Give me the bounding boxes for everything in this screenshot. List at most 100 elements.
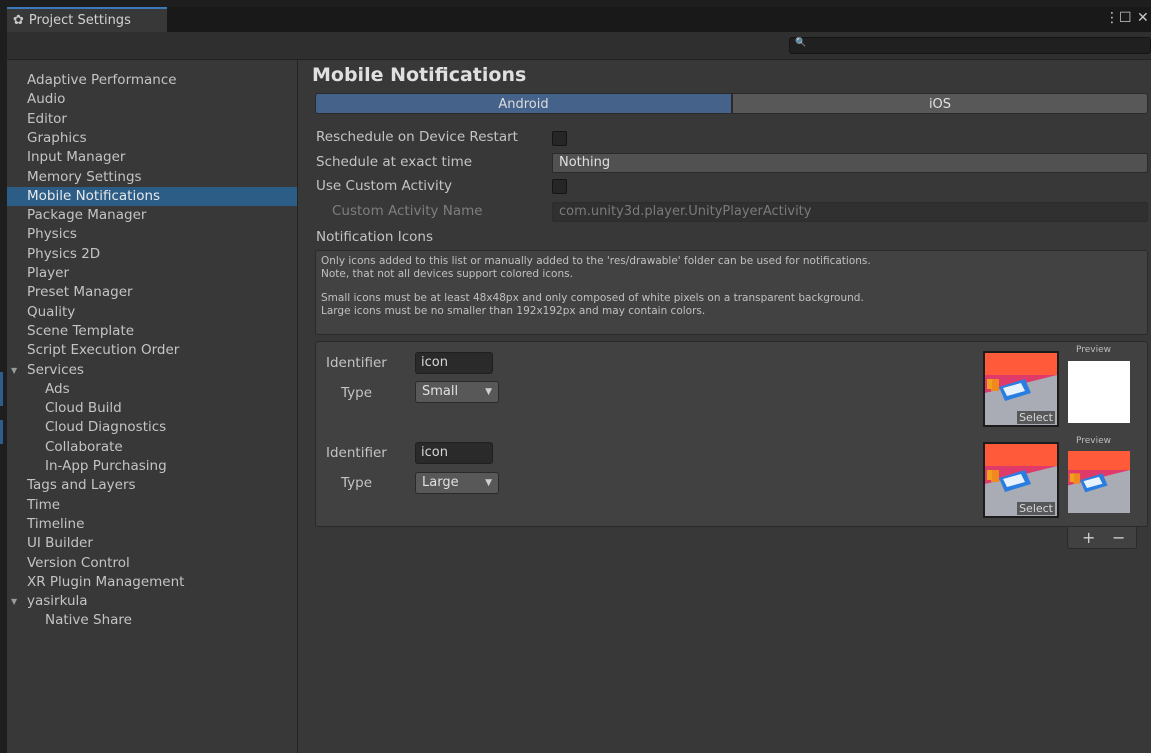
sidebar-item-scene-template[interactable]: Scene Template [7, 322, 297, 341]
sidebar-item-collaborate[interactable]: Collaborate [7, 438, 297, 457]
toolbar: 🔍 [7, 32, 1151, 60]
sidebar-item-label: Time [27, 496, 61, 513]
sidebar-item-adaptive-performance[interactable]: Adaptive Performance [7, 71, 297, 90]
sidebar-item-label: Cloud Build [45, 400, 122, 417]
page-title: Mobile Notifications [312, 64, 527, 86]
type-dropdown[interactable]: Small ▼ [415, 381, 499, 403]
help-text-line: Small icons must be at least 48x48px and… [321, 292, 864, 304]
remove-icon-button[interactable]: − [1112, 528, 1125, 547]
tab-ios[interactable]: iOS [732, 93, 1148, 114]
sidebar-item-audio[interactable]: Audio [7, 90, 297, 109]
expand-triangle-icon[interactable]: ▼ [11, 592, 17, 611]
identifier-label: Identifier [326, 355, 387, 371]
sidebar-item-label: Editor [27, 110, 67, 127]
custom-activity-label: Use Custom Activity [316, 178, 453, 194]
sidebar-item-physics-2d[interactable]: Physics 2D [7, 245, 297, 264]
sidebar-item-label: Input Manager [27, 149, 126, 166]
sidebar-item-label: Preset Manager [27, 284, 133, 301]
reschedule-checkbox[interactable] [552, 131, 567, 146]
sidebar-item-physics[interactable]: Physics [7, 225, 297, 244]
custom-activity-name-field: com.unity3d.player.UnityPlayerActivity [552, 202, 1148, 222]
sidebar-item-ads[interactable]: Ads [7, 380, 297, 399]
tab-android[interactable]: Android [315, 93, 732, 114]
sidebar-item-package-manager[interactable]: Package Manager [7, 206, 297, 225]
sidebar-item-cloud-build[interactable]: Cloud Build [7, 399, 297, 418]
sidebar-item-label: UI Builder [27, 535, 93, 552]
notification-icons-label: Notification Icons [316, 229, 434, 245]
sidebar-item-graphics[interactable]: Graphics [7, 129, 297, 148]
sidebar-item-label: In-App Purchasing [45, 458, 167, 474]
sidebar-item-in-app-purchasing[interactable]: In-App Purchasing [7, 457, 297, 476]
custom-activity-checkbox[interactable] [552, 179, 567, 194]
type-value: Large [422, 475, 459, 490]
sidebar-item-script-execution-order[interactable]: Script Execution Order [7, 341, 297, 360]
sidebar-item-label: Native Share [45, 612, 132, 629]
sidebar-item-timeline[interactable]: Timeline [7, 515, 297, 534]
icon-texture-field[interactable]: Select [983, 351, 1059, 427]
sidebar-item-mobile-notifications[interactable]: Mobile Notifications [7, 186, 297, 206]
edge-marker [0, 420, 3, 444]
sidebar-item-label: Version Control [27, 554, 130, 571]
icons-help-box: Only icons added to this list or manuall… [315, 250, 1148, 335]
search-icon: 🔍 [795, 38, 807, 48]
project-settings-window: ✿ Project Settings ⋮ ☐ ✕ 🔍 Adaptive Perf… [7, 7, 1151, 753]
select-texture-label[interactable]: Select [1017, 502, 1055, 515]
title-bar: ✿ Project Settings ⋮ ☐ ✕ [7, 7, 1151, 32]
sidebar-item-editor[interactable]: Editor [7, 110, 297, 129]
sidebar-item-label: Ads [45, 380, 70, 397]
sidebar-item-xr-plugin-management[interactable]: XR Plugin Management [7, 573, 297, 592]
maximize-icon[interactable]: ☐ [1119, 10, 1132, 26]
select-texture-label[interactable]: Select [1017, 411, 1055, 424]
sidebar-item-label: Mobile Notifications [27, 187, 161, 204]
sidebar-item-input-manager[interactable]: Input Manager [7, 148, 297, 167]
window-tab[interactable]: ✿ Project Settings [7, 7, 167, 32]
sidebar-item-label: yasirkula [27, 593, 88, 610]
sidebar-item-label: Memory Settings [27, 168, 142, 185]
exact-time-label: Schedule at exact time [316, 154, 473, 170]
add-icon-button[interactable]: + [1082, 528, 1095, 547]
sidebar-item-native-share[interactable]: Native Share [7, 611, 297, 630]
sidebar-item-version-control[interactable]: Version Control [7, 554, 297, 573]
small-icon-preview [1068, 361, 1130, 423]
chevron-down-icon: ▼ [485, 478, 492, 488]
sidebar-item-label: Tags and Layers [27, 477, 136, 494]
identifier-input[interactable]: icon [415, 442, 493, 464]
more-options-icon[interactable]: ⋮ [1105, 10, 1119, 26]
expand-triangle-icon[interactable]: ▼ [11, 361, 17, 380]
search-input[interactable]: 🔍 [789, 37, 1151, 54]
sidebar-item-memory-settings[interactable]: Memory Settings [7, 168, 297, 187]
preview-label: Preview [1076, 345, 1112, 355]
custom-activity-name-label: Custom Activity Name [332, 203, 483, 219]
type-label: Type [341, 475, 373, 491]
settings-content: Mobile Notifications Android iOS Resched… [298, 60, 1151, 753]
sidebar-item-player[interactable]: Player [7, 264, 297, 283]
sidebar-item-services[interactable]: ▼ Services [7, 361, 297, 380]
sidebar-item-preset-manager[interactable]: Preset Manager [7, 283, 297, 302]
identifier-input[interactable]: icon [415, 352, 493, 374]
type-label: Type [341, 385, 373, 401]
sidebar-item-label: Collaborate [45, 438, 123, 455]
identifier-label: Identifier [326, 445, 387, 461]
sidebar-item-label: Script Execution Order [27, 342, 180, 359]
sidebar-item-quality[interactable]: Quality [7, 303, 297, 322]
large-icon-preview-image [1068, 451, 1130, 513]
edge-marker [0, 372, 3, 406]
sidebar-item-label: Graphics [27, 129, 87, 146]
sidebar-item-label: Timeline [27, 515, 85, 532]
sidebar-item-label: Physics 2D [27, 245, 101, 262]
sidebar-item-yasirkula[interactable]: ▼ yasirkula [7, 592, 297, 611]
sidebar-item-tags-and-layers[interactable]: Tags and Layers [7, 476, 297, 495]
help-text-line: Large icons must be no smaller than 192x… [321, 304, 706, 317]
exact-time-dropdown[interactable]: Nothing [552, 153, 1148, 173]
platform-tabs: Android iOS [315, 93, 1148, 114]
settings-sidebar: Adaptive Performance Audio Editor Graphics I… [7, 60, 298, 753]
sidebar-item-time[interactable]: Time [7, 496, 297, 515]
chevron-down-icon: ▼ [485, 387, 492, 397]
reschedule-label: Reschedule on Device Restart [316, 129, 518, 145]
type-dropdown[interactable]: Large ▼ [415, 472, 499, 494]
sidebar-item-ui-builder[interactable]: UI Builder [7, 534, 297, 553]
close-icon[interactable]: ✕ [1137, 10, 1149, 26]
icon-texture-field[interactable]: Select [983, 442, 1059, 518]
sidebar-item-cloud-diagnostics[interactable]: Cloud Diagnostics [7, 418, 297, 437]
sidebar-item-label: Player [27, 265, 70, 281]
